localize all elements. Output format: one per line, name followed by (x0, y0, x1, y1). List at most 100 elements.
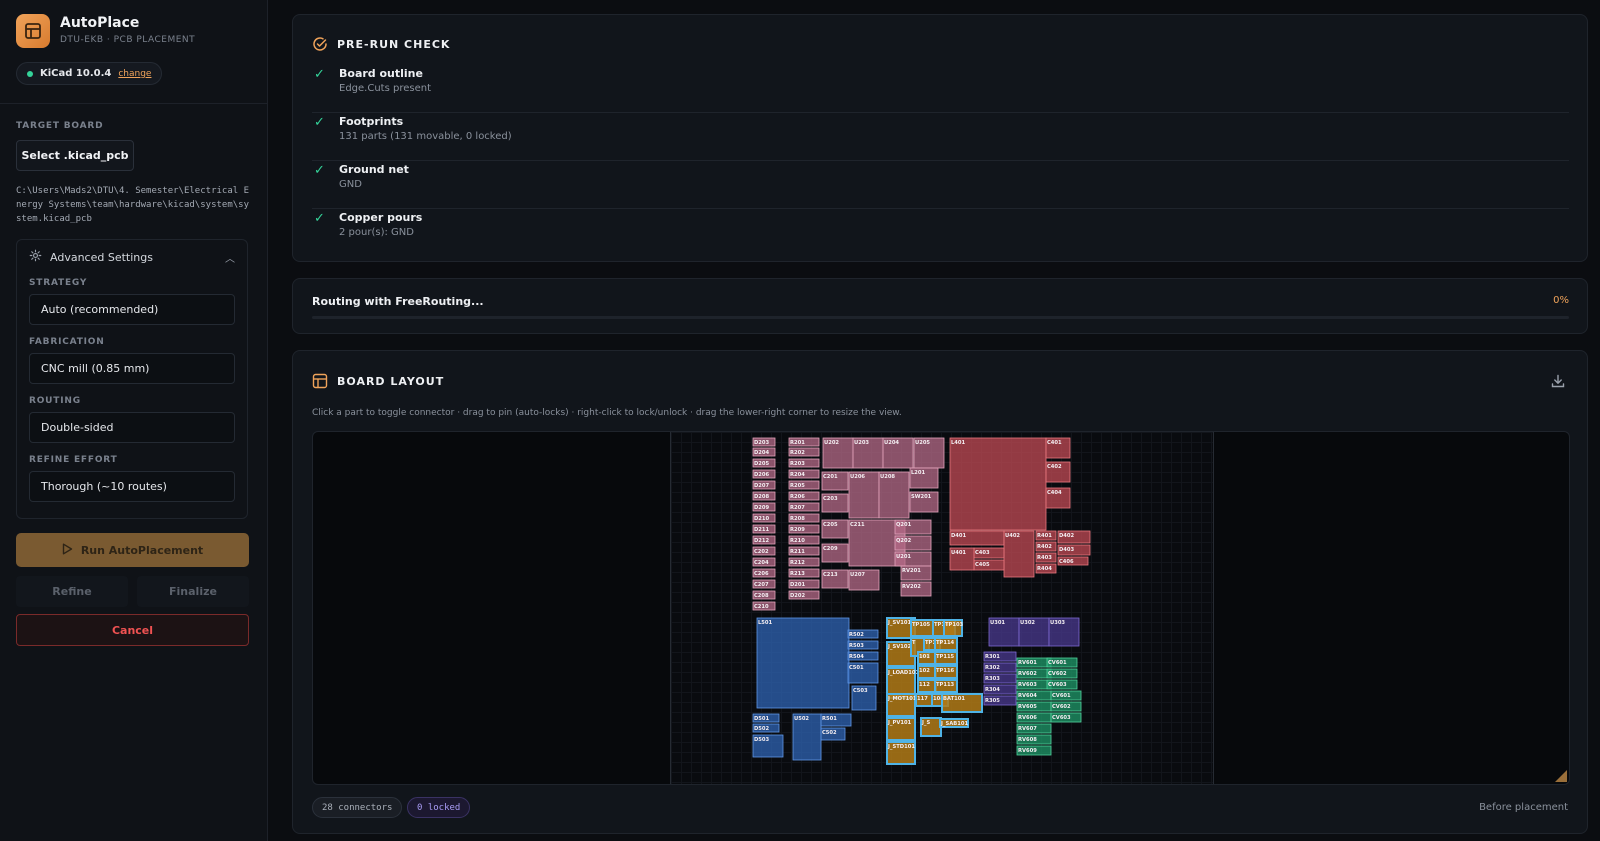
footprint-r210[interactable]: R210 (788, 535, 820, 545)
footprint-u205[interactable]: U205 (913, 437, 945, 469)
footprint-cv602[interactable]: CV602 (1046, 668, 1078, 679)
footprint-u302[interactable]: U302 (1018, 617, 1050, 647)
footprint-tp115[interactable]: TP115 (934, 651, 958, 665)
footprint-u201[interactable]: U201 (894, 551, 932, 567)
footprint-d209[interactable]: D209 (752, 502, 776, 512)
refine-button[interactable]: Refine (16, 576, 128, 607)
footprint-rv608[interactable]: RV608 (1016, 734, 1052, 745)
footprint-j-std101[interactable]: J_STD101 (886, 741, 916, 765)
footprint-d212[interactable]: D212 (752, 535, 776, 545)
footprint-rv603[interactable]: RV603 (1016, 679, 1052, 690)
footprint-r202[interactable]: R202 (788, 447, 820, 457)
footprint-r401[interactable]: R401 (1035, 530, 1057, 541)
footprint-d210[interactable]: D210 (752, 513, 776, 523)
footprint-c502[interactable]: C502 (820, 727, 846, 741)
footprint-u301[interactable]: U301 (988, 617, 1020, 647)
footprint-u401[interactable]: U401 (949, 547, 975, 571)
footprint-j-mot101[interactable]: J_MOT101 (886, 693, 917, 717)
footprint-d401[interactable]: D401 (949, 530, 1005, 546)
footprint-r201[interactable]: R201 (788, 437, 820, 447)
footprint-r301[interactable]: R301 (983, 651, 1017, 662)
footprint-d201[interactable]: D201 (788, 579, 820, 589)
footprint-d501[interactable]: D501 (752, 713, 780, 723)
footprint-j-sa[interactable]: J_S (920, 717, 942, 737)
footprint-d402[interactable]: D402 (1057, 530, 1091, 544)
footprint-tp116[interactable]: TP116 (934, 665, 958, 679)
footprint-c405[interactable]: C405 (973, 559, 1005, 571)
footprint-c213[interactable]: C213 (821, 569, 849, 589)
routing-select[interactable]: Double-sided (29, 412, 235, 443)
footprint-d208[interactable]: D208 (752, 491, 776, 501)
footprint-u207[interactable]: U207 (848, 569, 880, 591)
footprint-d403[interactable]: D403 (1057, 544, 1091, 556)
footprint-r207[interactable]: R207 (788, 502, 820, 512)
footprint-r305[interactable]: R305 (983, 695, 1017, 706)
refine-effort-select[interactable]: Thorough (~10 routes) (29, 471, 235, 502)
footprint-tp113[interactable]: TP113 (934, 679, 958, 693)
footprint-j-sab101[interactable]: J_SAB101 (939, 718, 969, 728)
footprint-r211[interactable]: R211 (788, 546, 820, 556)
footprint-u402[interactable]: U402 (1003, 530, 1035, 578)
footprint-cv605[interactable]: CV602 (1050, 701, 1082, 712)
footprint-r503[interactable]: R503 (847, 640, 879, 650)
select-board-button[interactable]: Select .kicad_pcb (16, 140, 134, 171)
footprint-d203[interactable]: D203 (752, 437, 776, 447)
footprint-c402[interactable]: C402 (1045, 461, 1071, 483)
footprint-cv606[interactable]: CV603 (1050, 712, 1082, 723)
footprint-l201[interactable]: L201 (909, 467, 939, 489)
finalize-button[interactable]: Finalize (137, 576, 249, 607)
footprint-tp112[interactable]: 112 (917, 679, 937, 693)
footprint-r208[interactable]: R208 (788, 513, 820, 523)
footprint-u502[interactable]: U502 (792, 713, 822, 761)
footprint-c204[interactable]: C204 (752, 557, 776, 567)
footprint-c503[interactable]: C503 (851, 685, 877, 711)
fabrication-select[interactable]: CNC mill (0.85 mm) (29, 353, 235, 384)
footprint-rv609[interactable]: RV609 (1016, 745, 1052, 756)
footprint-d503[interactable]: D503 (752, 734, 784, 758)
footprint-r501[interactable]: R501 (820, 713, 852, 727)
footprint-l401[interactable]: L401 (949, 437, 1047, 531)
footprint-j-tp103[interactable]: TP103 (943, 619, 964, 637)
footprint-r302[interactable]: R302 (983, 662, 1017, 673)
download-icon[interactable] (1551, 373, 1565, 392)
footprint-rv201[interactable]: RV201 (900, 565, 932, 581)
footprint-r213[interactable]: R213 (788, 568, 820, 578)
footprint-c210[interactable]: C210 (752, 601, 776, 611)
footprint-q201[interactable]: Q201 (894, 519, 932, 535)
footprint-c206[interactable]: C206 (752, 568, 776, 578)
footprint-r203[interactable]: R203 (788, 458, 820, 468)
footprint-tp117[interactable]: 117 (915, 693, 933, 707)
footprint-u206[interactable]: U206 (848, 471, 880, 519)
footprint-r209[interactable]: R209 (788, 524, 820, 534)
footprint-c501[interactable]: C501 (847, 662, 879, 684)
footprint-c207[interactable]: C207 (752, 579, 776, 589)
footprint-tp102[interactable]: 102 (917, 665, 937, 679)
footprint-rv605[interactable]: RV605 (1016, 701, 1052, 712)
footprint-cv603[interactable]: CV603 (1046, 679, 1078, 690)
footprint-j-pv101[interactable]: J_PV101 (886, 717, 916, 741)
footprint-cv601[interactable]: CV601 (1046, 657, 1078, 668)
footprint-c201[interactable]: C201 (821, 471, 849, 491)
footprint-r303[interactable]: R303 (983, 673, 1017, 684)
footprint-c403[interactable]: C403 (973, 547, 1005, 559)
footprint-rv602[interactable]: RV602 (1016, 668, 1052, 679)
footprint-c406[interactable]: C406 (1057, 556, 1089, 566)
footprint-r404[interactable]: R404 (1035, 563, 1057, 574)
footprint-rv604[interactable]: RV604 (1016, 690, 1052, 701)
footprint-r504[interactable]: R504 (847, 651, 879, 661)
footprint-c203[interactable]: C203 (821, 493, 849, 513)
footprint-q202[interactable]: Q202 (894, 535, 932, 551)
footprint-r205[interactable]: R205 (788, 480, 820, 490)
footprint-c208[interactable]: C208 (752, 590, 776, 600)
board-viewport[interactable]: D203 D204 D205 D206 D207 D208 D209 D210 D211 D212… (312, 431, 1570, 785)
footprint-l501[interactable]: L501 (756, 617, 850, 709)
footprint-c202[interactable]: C202 (752, 546, 776, 556)
footprint-u208[interactable]: U208 (878, 471, 910, 519)
footprint-d502[interactable]: D502 (752, 723, 780, 733)
footprint-sw201[interactable]: SW201 (909, 491, 939, 513)
footprint-u203[interactable]: U203 (852, 437, 884, 469)
footprint-r403[interactable]: R403 (1035, 552, 1057, 563)
footprint-d207[interactable]: D207 (752, 480, 776, 490)
strategy-select[interactable]: Auto (recommended) (29, 294, 235, 325)
footprint-d202[interactable]: D202 (788, 590, 820, 600)
